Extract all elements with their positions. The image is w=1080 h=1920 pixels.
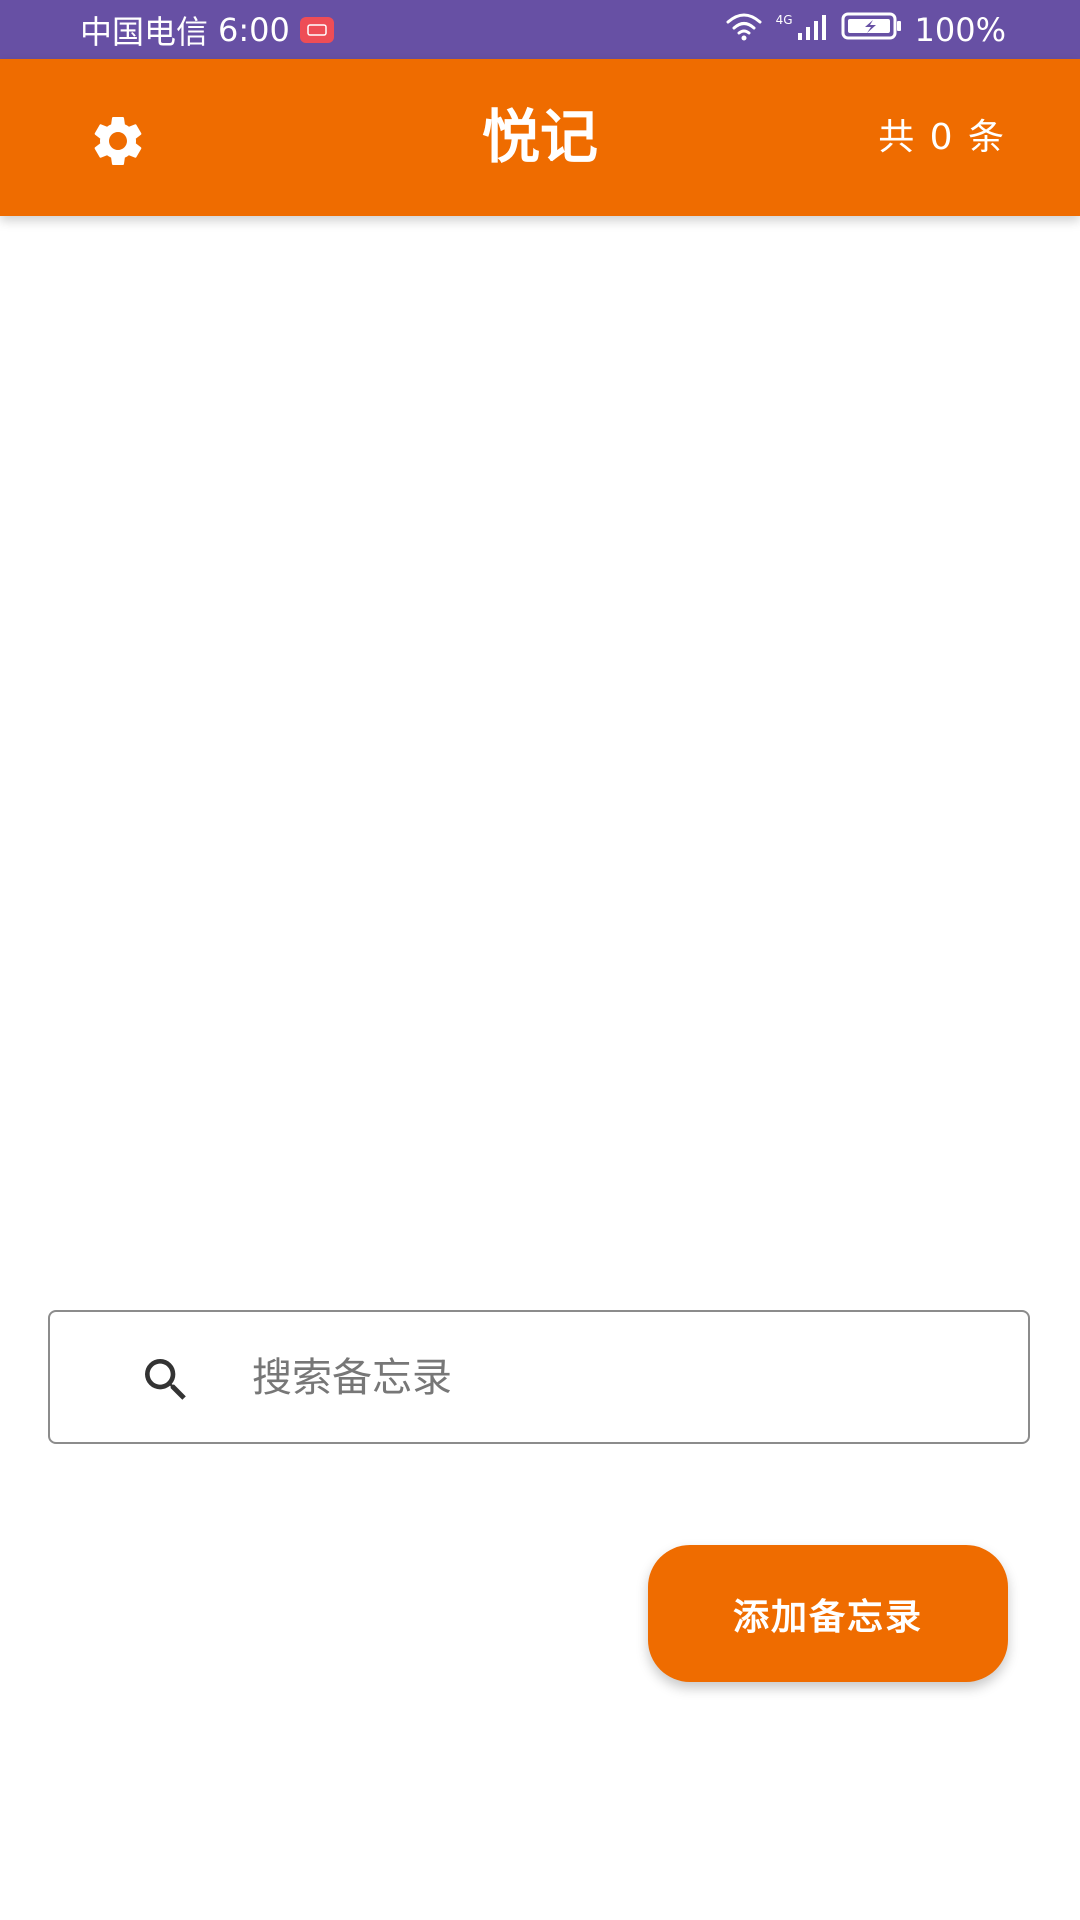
status-bar: 中国电信 6:00 4G 100% bbox=[0, 0, 1080, 59]
signal-icon bbox=[797, 11, 829, 49]
add-memo-button[interactable]: 添加备忘录 bbox=[648, 1545, 1008, 1682]
status-right: 4G 100% bbox=[724, 0, 1006, 59]
battery-level: 100% bbox=[914, 10, 1006, 49]
wifi-icon bbox=[724, 11, 764, 49]
status-left: 中国电信 6:00 bbox=[80, 0, 334, 59]
app-screen: 中国电信 6:00 4G 100% 悦记 共 0 条 搜索备忘录 添加备忘录 bbox=[0, 0, 1080, 1920]
search-icon bbox=[145, 1359, 186, 1400]
carrier-name: 中国电信 bbox=[80, 12, 209, 51]
network-type: 4G bbox=[775, 12, 793, 27]
status-time: 6:00 bbox=[218, 10, 290, 49]
app-header: 悦记 共 0 条 bbox=[0, 59, 1080, 216]
search-box[interactable] bbox=[48, 1310, 1032, 1444]
search-input[interactable] bbox=[204, 1332, 1032, 1424]
battery-icon bbox=[841, 11, 903, 49]
memo-count: 共 0 条 bbox=[878, 117, 1006, 158]
app-notification-icon bbox=[299, 16, 334, 43]
